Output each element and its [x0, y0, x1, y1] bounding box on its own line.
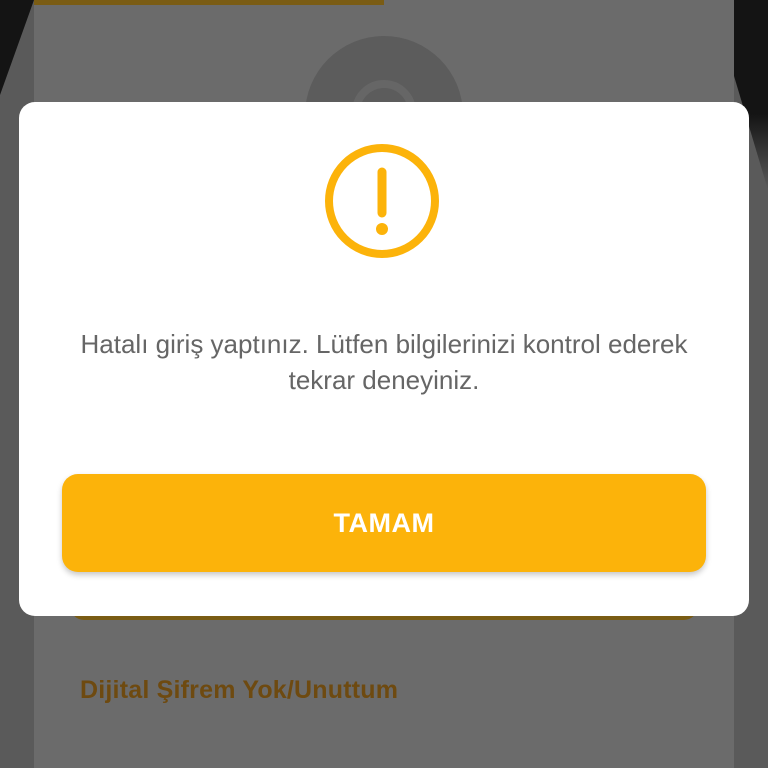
ok-button[interactable]: TAMAM [62, 474, 706, 572]
dialog-message: Hatalı giriş yaptınız. Lütfen bilgilerin… [80, 329, 688, 395]
screen: Dijital Şifrem Yok/Unuttum Hatalı giriş … [0, 0, 768, 768]
alert-circle-icon [325, 144, 439, 258]
error-dialog: Hatalı giriş yaptınız. Lütfen bilgilerin… [19, 102, 749, 616]
background-corner-left [0, 0, 34, 95]
background-tab-indicator [34, 0, 384, 5]
forgot-password-link: Dijital Şifrem Yok/Unuttum [80, 676, 399, 704]
